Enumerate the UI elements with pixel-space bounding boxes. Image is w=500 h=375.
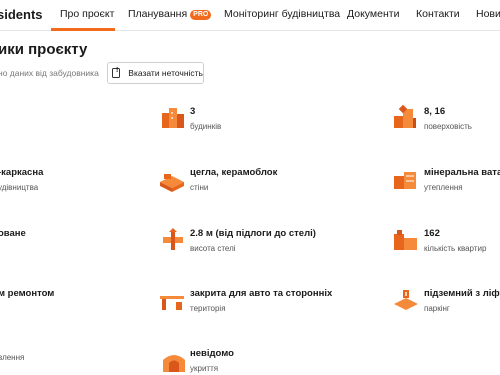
feature-buildings-count: 3 будинків xyxy=(190,106,221,133)
report-icon xyxy=(112,67,121,78)
pro-badge: PRO xyxy=(190,10,212,20)
feature-value: підземний з ліфт xyxy=(424,288,500,299)
buildings-icon xyxy=(162,108,184,128)
floors-icon xyxy=(394,104,416,128)
feature-label: паркінг xyxy=(424,304,450,313)
feature-construction-type: -каркасна удівництва xyxy=(0,167,43,194)
feature-value: -каркасна xyxy=(0,167,44,178)
data-source-note: но даних від забудовника xyxy=(0,68,99,78)
feature-value: закрита для авто та сторонніх xyxy=(190,288,333,299)
feature-floors: 8, 16 поверховість xyxy=(424,106,472,133)
feature-label: будинків xyxy=(190,122,222,131)
feature-value: м ремонтом xyxy=(0,288,55,299)
feature-apartments: 162 кількість квартир xyxy=(424,228,486,255)
tab-news[interactable]: Нови xyxy=(476,8,500,21)
feature-walls: цегла, керамоблок стіни xyxy=(190,167,277,194)
parking-icon xyxy=(394,290,418,310)
tab-planning-label: Планування xyxy=(128,8,188,20)
insulation-icon xyxy=(394,172,416,189)
ceiling-height-icon xyxy=(163,228,183,250)
top-nav: sidents Про проєкт Планування PRO Монітор… xyxy=(0,0,500,31)
shelter-icon xyxy=(163,355,185,372)
tab-about-project[interactable]: Про проєкт xyxy=(60,8,114,21)
section-title: ики проєкту xyxy=(0,41,88,58)
feature-value: 2.8 м (від підлоги до стелі) xyxy=(190,228,316,239)
feature-label: утеплення xyxy=(424,183,463,192)
tab-planning[interactable]: Планування PRO xyxy=(128,8,212,21)
feature-heating-type: влення xyxy=(0,349,24,364)
feature-territory: закрита для авто та сторонніх територія xyxy=(190,288,332,315)
feature-value: оване xyxy=(0,228,26,239)
feature-finishing: м ремонтом xyxy=(0,288,54,300)
bricks-icon xyxy=(160,174,184,192)
feature-label: висота стелі xyxy=(190,244,236,253)
feature-value: 8, 16 xyxy=(424,106,446,117)
feature-label: поверховість xyxy=(424,122,472,131)
barrier-icon xyxy=(160,296,184,310)
feature-label: кількість квартир xyxy=(424,244,487,253)
tab-documents[interactable]: Документи xyxy=(347,8,399,21)
feature-value: мінеральна вата xyxy=(424,167,500,178)
active-tab-indicator xyxy=(51,28,115,31)
feature-heating: оване xyxy=(0,228,26,240)
feature-label: удівництва xyxy=(0,183,39,192)
feature-value: 3 xyxy=(190,106,196,117)
tab-contacts[interactable]: Контакти xyxy=(416,8,460,21)
feature-label: територія xyxy=(190,304,226,313)
report-inaccuracy-button[interactable]: Вказати неточність xyxy=(107,62,204,84)
feature-label: влення xyxy=(0,353,25,362)
tab-construction-monitoring[interactable]: Моніторинг будівництва xyxy=(224,8,340,21)
brand-logo-text[interactable]: sidents xyxy=(0,7,43,22)
feature-value: невідомо xyxy=(190,348,234,359)
feature-label: стіни xyxy=(190,183,209,192)
feature-value: 162 xyxy=(424,228,440,239)
feature-insulation: мінеральна вата утеплення xyxy=(424,167,500,194)
feature-value: цегла, керамоблок xyxy=(190,167,278,178)
apartments-icon xyxy=(394,230,417,250)
report-inaccuracy-label: Вказати неточність xyxy=(128,68,203,78)
feature-shelter: невідомо укриття xyxy=(190,348,234,375)
feature-label: укриття xyxy=(190,364,219,373)
feature-ceiling-height: 2.8 м (від підлоги до стелі) висота стел… xyxy=(190,228,316,255)
feature-parking: підземний з ліфт паркінг xyxy=(424,288,500,315)
